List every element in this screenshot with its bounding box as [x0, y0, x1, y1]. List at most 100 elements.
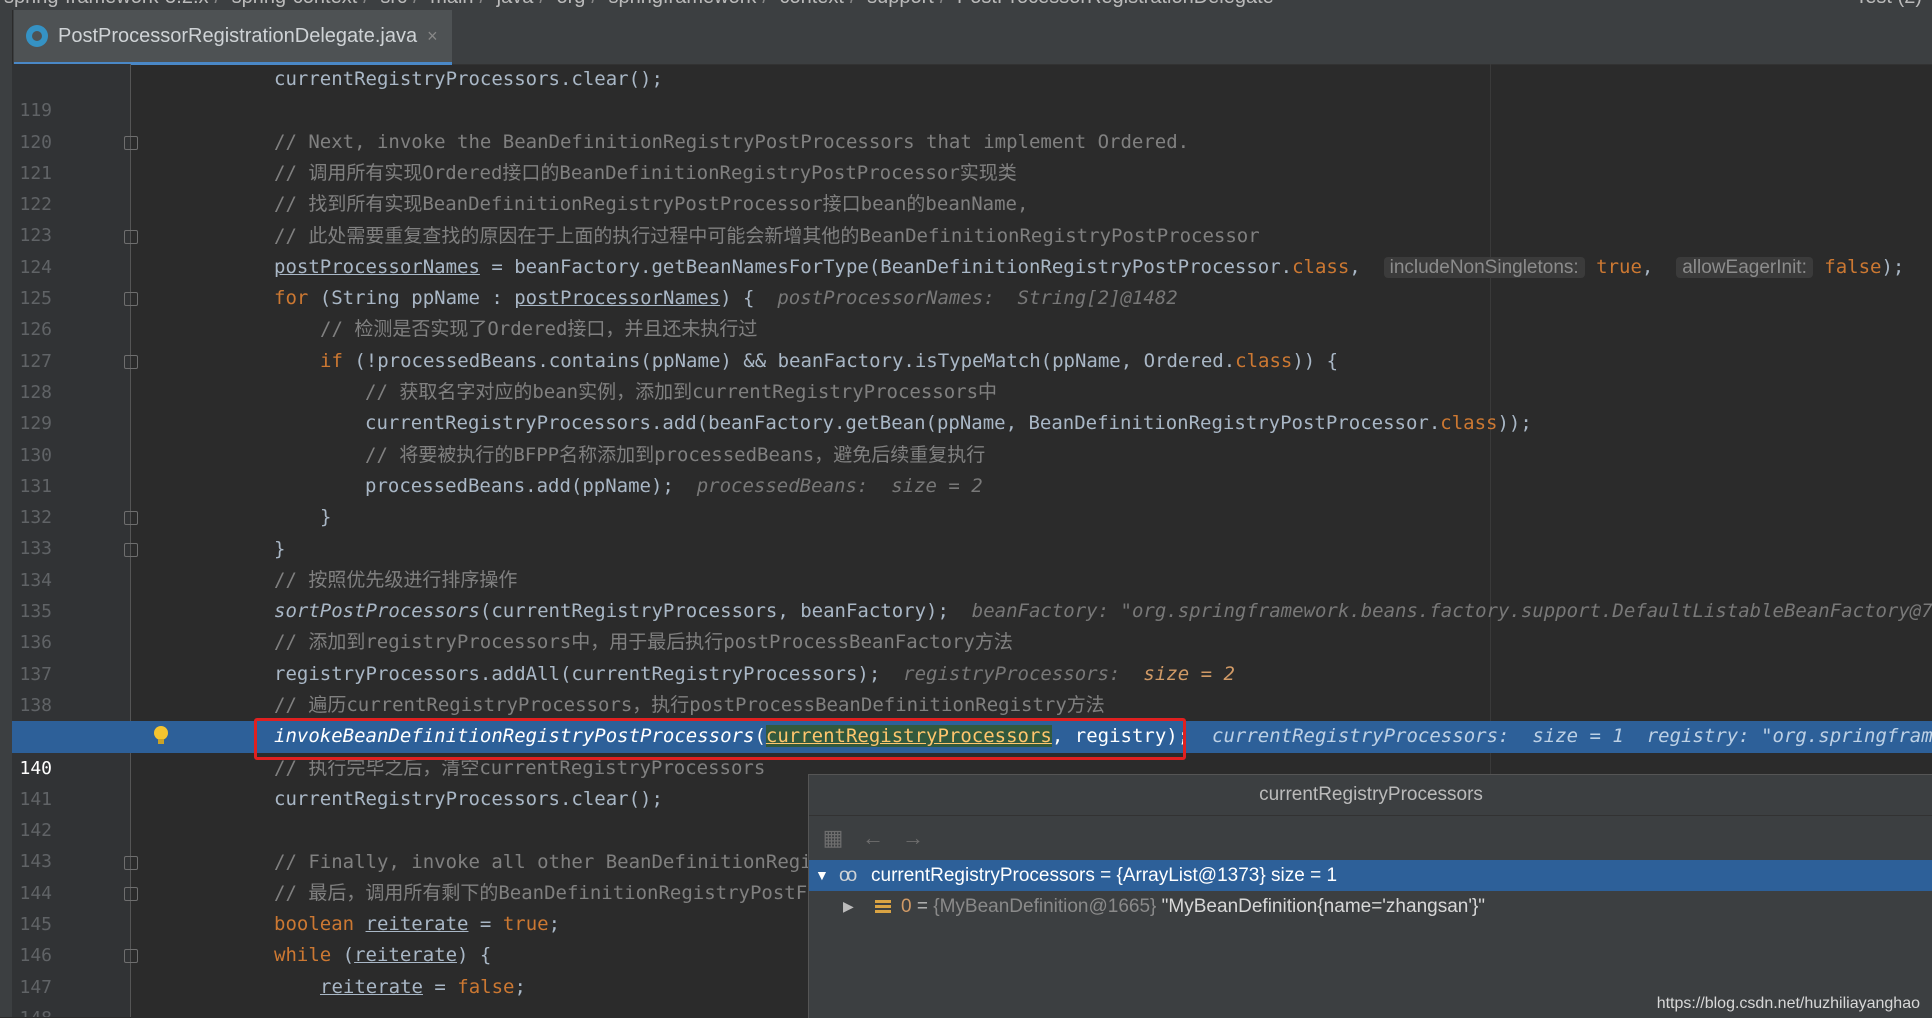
- breadcrumb-item[interactable]: springframework: [609, 0, 757, 8]
- breadcrumb-item[interactable]: main: [430, 0, 473, 8]
- fold-icon[interactable]: [124, 511, 138, 526]
- code-line: 136 sortPostProcessors(currentRegistryPr…: [12, 596, 1932, 653]
- inline-debug-value: processedBeans: size = 2: [696, 474, 983, 497]
- code-line: 133 }: [12, 502, 1932, 559]
- close-icon[interactable]: ×: [427, 26, 438, 47]
- breadcrumb-item[interactable]: java: [497, 0, 534, 8]
- code-comment: // 将要被执行的BFPP名称添加到processedBeans，避免后续重复执…: [365, 443, 986, 466]
- fold-icon[interactable]: [124, 354, 138, 369]
- fold-icon[interactable]: [124, 949, 138, 964]
- tree-node-label: 0 = {MyBeanDefinition@1665} "MyBeanDefin…: [901, 896, 1486, 917]
- line-number[interactable]: 148: [12, 1003, 52, 1017]
- code-text: registryProcessors.addAll(currentRegistr…: [274, 662, 1235, 685]
- code-comment: // 此处需要重复查找的原因在于上面的执行过程中可能会新增其他的BeanDefi…: [274, 224, 1260, 247]
- forward-arrow-icon[interactable]: →: [901, 826, 925, 850]
- code-line: 137 // 添加到registryProcessors中，用于最后执行post…: [12, 627, 1932, 684]
- fold-icon[interactable]: [124, 542, 138, 557]
- field-icon: [875, 900, 891, 914]
- code-text: }: [320, 506, 332, 529]
- editor-tab[interactable]: PostProcessorRegistrationDelegate.java ×: [14, 10, 452, 65]
- code-comment: // Finally, invoke all other BeanDefinit…: [274, 850, 812, 873]
- code-line: 132 processedBeans.add(ppName); processe…: [12, 471, 1932, 528]
- variable-reference[interactable]: reiterate: [354, 944, 457, 966]
- code-comment: // 最后，调用所有剩下的BeanDefinitionRegistryPostF: [274, 881, 808, 904]
- breadcrumb-item[interactable]: spring-framework-5.2.x: [4, 0, 209, 8]
- breadcrumb-item[interactable]: spring-context: [232, 0, 358, 8]
- code-line: 127 // 检测是否实现了Ordered接口，并且还未执行过: [12, 314, 1932, 371]
- popup-toolbar: ▦ ← →: [809, 816, 1932, 860]
- code-comment: // 调用所有实现Ordered接口的BeanDefinitionRegistr…: [274, 161, 1017, 184]
- fold-icon[interactable]: [124, 135, 138, 150]
- code-comment: // 检测是否实现了Ordered接口，并且还未执行过: [320, 318, 758, 341]
- expand-arrow-icon[interactable]: ▶: [843, 891, 854, 922]
- fold-icon[interactable]: [124, 292, 138, 307]
- code-text: for (String ppName : postProcessorNames)…: [274, 287, 1178, 310]
- code-line: 130 currentRegistryProcessors.add(beanFa…: [12, 408, 1932, 465]
- code-text: reiterate = false;: [320, 975, 526, 998]
- breadcrumb: spring-framework-5.2.x/ spring-context/ …: [0, 0, 1932, 10]
- debug-variable-popup[interactable]: currentRegistryProcessors ▦ ← → ▼ oo cur…: [808, 774, 1932, 1018]
- method-call[interactable]: sortPostProcessors: [274, 600, 480, 622]
- code-line: 126 for (String ppName : postProcessorNa…: [12, 283, 1932, 340]
- tree-node-child[interactable]: ▶ 0 = {MyBeanDefinition@1665} "MyBeanDef…: [809, 891, 1932, 922]
- variable-reference[interactable]: reiterate: [366, 913, 469, 935]
- code-text: currentRegistryProcessors.clear();: [274, 68, 663, 90]
- code-text: boolean reiterate = true;: [274, 913, 561, 936]
- code-comment: // 按照优先级进行排序操作: [274, 568, 518, 591]
- run-config-selector[interactable]: Test (2): [1855, 0, 1922, 9]
- java-class-icon: [26, 25, 48, 47]
- code-text: currentRegistryProcessors.add(beanFactor…: [365, 412, 1532, 435]
- fold-icon[interactable]: [124, 855, 138, 870]
- fold-icon[interactable]: [124, 886, 138, 901]
- code-line: 123 // 找到所有实现BeanDefinitionRegistryPostP…: [12, 189, 1932, 246]
- field-reference[interactable]: postProcessorNames: [514, 287, 720, 309]
- code-line: 124 // 此处需要重复查找的原因在于上面的执行过程中可能会新增其他的Bean…: [12, 221, 1932, 278]
- editor-tab-label: PostProcessorRegistrationDelegate.java: [58, 24, 418, 47]
- inline-debug-value: currentRegistryProcessors: size = 1 regi…: [1212, 725, 1932, 748]
- code-text: if (!processedBeans.contains(ppName) && …: [320, 349, 1339, 372]
- code-line: 120: [12, 95, 1932, 153]
- inline-debug-value: registryProcessors:: [903, 662, 1144, 685]
- watermark: https://blog.csdn.net/huzhiliayanghao: [1656, 995, 1920, 1012]
- code-comment: // 添加到registryProcessors中，用于最后执行postProc…: [274, 631, 1013, 654]
- breadcrumb-item[interactable]: support: [867, 0, 934, 8]
- parameter-hint: includeNonSingletons:: [1383, 256, 1585, 278]
- inline-debug-value: postProcessorNames: String[2]@1482: [777, 287, 1178, 310]
- lightbulb-icon[interactable]: [152, 725, 170, 747]
- breadcrumb-item[interactable]: context: [779, 0, 843, 8]
- breadcrumb-item[interactable]: src: [380, 0, 407, 8]
- code-text: while (reiterate) {: [274, 944, 492, 967]
- field-reference[interactable]: postProcessorNames: [274, 256, 480, 278]
- tree-node-root[interactable]: ▼ oo currentRegistryProcessors = {ArrayL…: [809, 860, 1932, 891]
- code-text: currentRegistryProcessors.clear();: [274, 787, 663, 810]
- breadcrumb-item[interactable]: PostProcessorRegistrationDelegate: [957, 0, 1274, 8]
- parameter-hint: allowEagerInit:: [1676, 256, 1813, 278]
- back-arrow-icon[interactable]: ←: [861, 826, 885, 850]
- code-comment: // 遍历currentRegistryProcessors，执行postPro…: [274, 694, 1105, 716]
- code-text: postProcessorNames = beanFactory.getBean…: [274, 255, 1905, 278]
- tree-node-label: currentRegistryProcessors = {ArrayList@1…: [871, 865, 1338, 886]
- breadcrumb-item[interactable]: org: [557, 0, 586, 8]
- code-line: 128 if (!processedBeans.contains(ppName)…: [12, 346, 1932, 403]
- code-text: }: [274, 537, 286, 560]
- code-line: 131 // 将要被执行的BFPP名称添加到processedBeans，避免后…: [12, 440, 1932, 497]
- variable-reference[interactable]: reiterate: [320, 976, 423, 998]
- code-line: 122 // 调用所有实现Ordered接口的BeanDefinitionReg…: [12, 158, 1932, 215]
- code-line: 129 // 获取名字对应的bean实例，添加到currentRegistryP…: [12, 377, 1932, 434]
- fold-icon[interactable]: [124, 229, 138, 244]
- inline-debug-value: size = 2: [1143, 662, 1235, 685]
- collapse-arrow-icon[interactable]: ▼: [815, 860, 829, 891]
- code-line: 139 // 遍历currentRegistryProcessors，执行pos…: [12, 690, 1932, 747]
- annotation-highlight-box: [254, 718, 1186, 760]
- code-line: 125 postProcessorNames = beanFactory.get…: [12, 252, 1932, 309]
- watch-icon: oo: [839, 865, 857, 886]
- code-line: 121 // Next, invoke the BeanDefinitionRe…: [12, 127, 1932, 184]
- code-comment: // Next, invoke the BeanDefinitionRegist…: [274, 130, 1190, 153]
- code-line: 134 }: [12, 534, 1932, 591]
- popup-title: currentRegistryProcessors: [809, 775, 1932, 816]
- code-text: processedBeans.add(ppName); processedBea…: [365, 474, 983, 497]
- code-line: 119 currentRegistryProcessors.clear();: [12, 64, 1932, 121]
- tree-structure-icon[interactable]: ▦: [821, 826, 845, 850]
- inline-debug-value: beanFactory: "org.springframework.beans.…: [971, 600, 1932, 623]
- code-comment: // 获取名字对应的bean实例，添加到currentRegistryProce…: [365, 381, 998, 403]
